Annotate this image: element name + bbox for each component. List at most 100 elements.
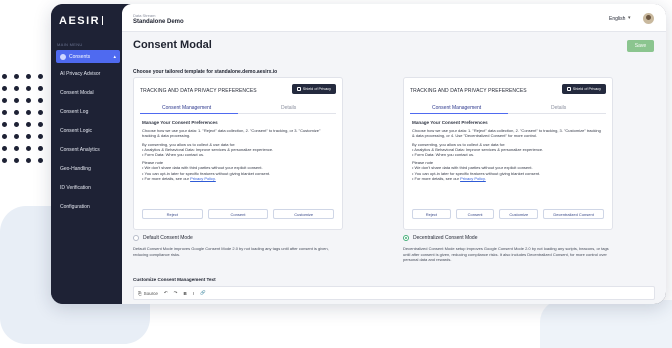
active-tab-indicator [140,113,238,114]
logo: AESIR [59,15,104,27]
radio-button[interactable] [133,235,139,241]
language-select[interactable]: English [609,16,625,22]
editor-label: Customize Consent Management Text [133,277,216,282]
avatar[interactable] [643,13,654,24]
shield-of-privacy-button[interactable]: Shield of Privacy [291,84,336,94]
tab-details[interactable]: Details [281,105,296,111]
sidebar-item-consent-modal[interactable]: Consent Modal [56,86,120,99]
sidebar-item-geo-handling[interactable]: Geo-Handling [56,162,120,175]
sidebar-item-consents[interactable]: Consents ▴ [56,50,120,63]
modal-tabs: Consent Management Details [140,104,336,114]
decorative-dot [2,86,7,91]
decorative-dot [38,86,43,91]
sidebar-item-ai-privacy-advisor[interactable]: AI Privacy Advisor [56,67,120,80]
tab-consent-management[interactable]: Consent Management [432,105,481,111]
sidebar-item-consent-log[interactable]: Consent Log [56,105,120,118]
chevron-up-icon: ▴ [113,53,116,60]
source-icon: ⎘ [138,290,142,296]
decorative-dot [2,122,7,127]
tab-details[interactable]: Details [551,105,566,111]
customize-button[interactable]: Customize [499,209,539,219]
decorative-dot [38,110,43,115]
sidebar-item-label: Configuration [60,203,90,210]
decorative-dot [14,86,19,91]
decorative-dot [14,98,19,103]
decorative-dot [14,134,19,139]
decorative-dot [26,134,31,139]
modal-paragraph: Choose how we use your data: 1. "Reject"… [142,128,321,139]
sidebar: AESIR MAIN MENU Consents ▴ AI Privacy Ad… [51,4,122,304]
list-item-text: Form Data: When you contact us. [414,152,475,158]
sidebar-item-configuration[interactable]: Configuration [56,200,120,213]
decorative-dot [14,146,19,151]
list-item: • For more details, see our Privacy Poli… [412,175,486,181]
sidebar-item-label: Geo-Handling [60,165,91,172]
decorative-dot [26,86,31,91]
decorative-dot [14,158,19,163]
workspace-name[interactable]: Standalone Demo [133,19,184,25]
active-tab-indicator [410,113,508,114]
consent-button[interactable]: Consent [455,209,495,219]
modal-heading: Manage Your Consent Preferences [142,120,218,125]
privacy-policy-link[interactable]: Privacy Policy. [190,176,216,181]
template-card-default[interactable]: TRACKING AND DATA PRIVACY PREFERENCES Sh… [133,77,343,230]
undo-icon[interactable]: ↶ [164,290,168,296]
chevron-down-icon[interactable]: ▾ [628,15,631,21]
tab-consent-management[interactable]: Consent Management [162,105,211,111]
modal-header: TRACKING AND DATA PRIVACY PREFERENCES [410,88,527,94]
reject-button[interactable]: Reject [142,209,203,219]
shield-of-privacy-button[interactable]: Shield of Privacy [561,84,606,94]
workspace-label: Data Stream [133,13,156,18]
decorative-dot [26,110,31,115]
menu-caption: MAIN MENU [57,42,83,47]
section-label: Choose your tailored template for standa… [133,69,278,75]
modal-buttons: Reject Consent Customize Decentralized C… [412,209,604,219]
radio-default-consent-mode[interactable]: Default Consent Mode [133,235,193,241]
consent-button[interactable]: Consent [207,209,269,219]
shield-icon [296,87,301,91]
source-label: Source [143,290,158,296]
radio-decentralized-consent-mode[interactable]: Decentralized Consent Mode [403,235,477,241]
modal-heading: Manage Your Consent Preferences [412,120,488,125]
customize-button[interactable]: Customize [273,209,335,219]
decorative-dot [38,146,43,151]
decorative-dot [26,74,31,79]
decorative-dot [26,98,31,103]
template-card-decentralized[interactable]: TRACKING AND DATA PRIVACY PREFERENCES Sh… [403,77,613,230]
redo-icon[interactable]: ↷ [174,290,178,296]
decorative-dot [2,134,7,139]
sidebar-item-label: Consent Log [60,108,89,115]
policy-prefix: For more details, see our [414,175,461,181]
decorative-dot [2,158,7,163]
radio-button-selected[interactable] [403,235,409,241]
consents-icon [60,53,66,60]
bold-button[interactable]: B [183,291,186,296]
decorative-dot [38,122,43,127]
shield-icon [566,87,571,91]
italic-button[interactable]: I [193,291,194,296]
decorative-dot [14,74,19,79]
sidebar-item-consent-analytics[interactable]: Consent Analytics [56,143,120,156]
decorative-dot [38,74,43,79]
sidebar-item-consent-logic[interactable]: Consent Logic [56,124,120,137]
privacy-policy-link[interactable]: Privacy Policy. [460,176,486,181]
decorative-dot [38,98,43,103]
link-icon[interactable]: 🔗 [200,290,206,296]
modal-body: Manage Your Consent Preferences Choose h… [412,120,604,181]
decorative-dot [26,146,31,151]
background-blob-right [540,300,672,348]
decorative-dot [26,158,31,163]
source-button[interactable]: ⎘ Source [138,291,158,296]
topbar: Data Stream Standalone Demo English ▾ [122,4,666,32]
radio-label: Default Consent Mode [143,235,193,241]
policy-prefix: For more details, see our [144,175,191,181]
decentralized-consent-button[interactable]: Decentralized Consent [543,209,604,219]
modal-body: Manage Your Consent Preferences Choose h… [142,120,334,181]
reject-button[interactable]: Reject [412,209,451,219]
sidebar-item-id-verification[interactable]: ID Verification [56,181,120,194]
logo-text: AESIR [59,15,101,27]
sidebar-item-label: Consent Analytics [60,146,100,153]
modal-header: TRACKING AND DATA PRIVACY PREFERENCES [140,88,257,94]
editor-toolbar: ⎘ Source ↶ ↷ B I 🔗 [133,286,655,300]
save-button[interactable]: Save [627,40,654,52]
